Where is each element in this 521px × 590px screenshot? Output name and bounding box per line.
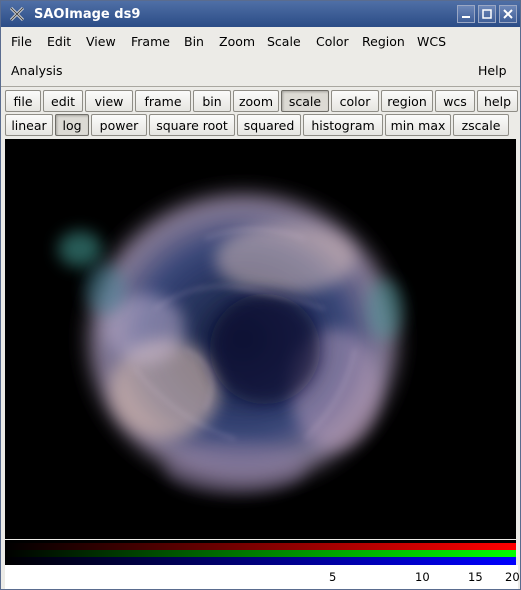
button-frame[interactable]: frame: [135, 90, 191, 112]
menu-zoom[interactable]: Zoom: [219, 34, 255, 49]
button-squared[interactable]: squared: [237, 114, 301, 136]
minimize-button[interactable]: [457, 5, 475, 23]
close-button[interactable]: [499, 5, 517, 23]
menu-color[interactable]: Color: [316, 34, 349, 49]
menu-separator: [1, 86, 520, 87]
tick-label: 20: [505, 570, 520, 584]
ds9-window: SAOImage ds9 File Edit View Frame Bin Zo…: [0, 0, 521, 590]
menu-scale[interactable]: Scale: [267, 34, 301, 49]
colorbar-tick-labels: 5 10 15 20: [5, 565, 520, 589]
tick-label: 5: [329, 570, 337, 584]
button-min-max[interactable]: min max: [385, 114, 451, 136]
x-logo-icon[interactable]: [6, 3, 28, 25]
button-help[interactable]: help: [477, 90, 518, 112]
main-button-row: file edit view frame bin zoom scale colo…: [5, 90, 520, 112]
menu-analysis[interactable]: Analysis: [11, 63, 63, 78]
menu-help[interactable]: Help: [478, 63, 507, 78]
button-color[interactable]: color: [331, 90, 379, 112]
button-zscale[interactable]: zscale: [453, 114, 509, 136]
close-icon: [503, 9, 513, 19]
button-file[interactable]: file: [5, 90, 41, 112]
button-scale[interactable]: scale: [281, 90, 329, 112]
menu-file[interactable]: File: [11, 34, 32, 49]
menu-bin[interactable]: Bin: [184, 34, 204, 49]
window-title: SAOImage ds9: [34, 6, 141, 22]
menu-region[interactable]: Region: [362, 34, 405, 49]
button-linear[interactable]: linear: [5, 114, 53, 136]
button-histogram[interactable]: histogram: [303, 114, 383, 136]
maximize-icon: [482, 9, 492, 19]
menu-bar: File Edit View Frame Bin Zoom Scale Colo…: [1, 27, 520, 85]
tick-label: 10: [415, 570, 430, 584]
minimize-icon: [462, 16, 470, 18]
button-view[interactable]: view: [85, 90, 133, 112]
image-canvas[interactable]: [5, 139, 516, 539]
button-log[interactable]: log: [55, 114, 89, 136]
maximize-button[interactable]: [478, 5, 496, 23]
button-region[interactable]: region: [381, 90, 433, 112]
scale-button-row: linear log power square root squared his…: [5, 114, 511, 136]
button-wcs[interactable]: wcs: [435, 90, 475, 112]
button-zoom[interactable]: zoom: [233, 90, 279, 112]
supernova-remnant-image: [5, 139, 516, 539]
button-bin[interactable]: bin: [193, 90, 231, 112]
menu-view[interactable]: View: [86, 34, 116, 49]
tick-label: 15: [468, 570, 483, 584]
button-square-root[interactable]: square root: [149, 114, 235, 136]
colorbar[interactable]: [5, 540, 516, 565]
button-edit[interactable]: edit: [43, 90, 83, 112]
menu-wcs[interactable]: WCS: [417, 34, 446, 49]
menu-edit[interactable]: Edit: [47, 34, 71, 49]
menu-frame[interactable]: Frame: [131, 34, 170, 49]
button-power[interactable]: power: [91, 114, 147, 136]
colorbar-gradient: [5, 540, 516, 565]
title-bar[interactable]: SAOImage ds9: [1, 1, 520, 27]
